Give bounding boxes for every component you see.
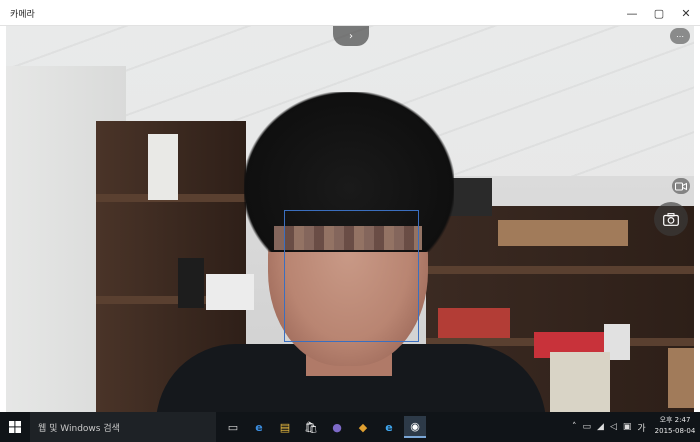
shelf-object [498, 220, 628, 246]
minimize-button[interactable]: — [618, 0, 646, 26]
shelf-plank [426, 266, 694, 274]
language-icon[interactable]: 가 [637, 421, 645, 434]
windows-logo-icon [9, 421, 21, 433]
more-options-button[interactable]: ⋯ [670, 28, 690, 44]
camera-app-icon: ◉ [410, 419, 420, 433]
face-detection-box [284, 210, 419, 342]
system-tray: ˄ ▭ ◢ ◁ ▣ 가 [572, 418, 646, 436]
taskbar-search-box[interactable]: 웹 및 Windows 검색 [30, 412, 216, 442]
close-button[interactable]: ✕ [672, 0, 700, 26]
chevron-up-icon[interactable]: ˄ [572, 422, 577, 432]
battery-icon[interactable]: ▭ [583, 422, 592, 432]
clock[interactable]: 오후 2:47 2015-08-04 [652, 415, 698, 437]
network-icon[interactable]: ◢ [597, 422, 604, 432]
camera-icon [663, 212, 679, 226]
camera-app-button[interactable]: ◉ [404, 416, 426, 438]
ie-icon: e [385, 420, 393, 434]
task-view-button[interactable]: ▭ [222, 416, 244, 438]
task-view-icon: ▭ [227, 420, 239, 434]
security-icon: ◆ [358, 420, 368, 434]
app-title: 카메라 [10, 10, 35, 20]
take-photo-button[interactable] [654, 202, 688, 236]
file-explorer-icon: ▤ [279, 420, 291, 434]
edge-button[interactable]: e [248, 416, 270, 438]
taskbar: 웹 및 Windows 검색 ▭ e ▤ 🛍 ● ◆ e ◉ ˄ ▭ ◢ ◁ ▣… [0, 412, 700, 442]
camera-preview: › ⋯ [6, 26, 694, 412]
maximize-button[interactable]: ▢ [645, 0, 673, 26]
title-bar: 카메라 — ▢ ✕ [0, 0, 700, 26]
edge-icon: e [255, 420, 263, 434]
media-button[interactable]: ● [326, 416, 348, 438]
media-icon: ● [332, 420, 342, 434]
notification-icon[interactable]: ▣ [623, 422, 632, 432]
search-placeholder: 웹 및 Windows 검색 [38, 423, 120, 434]
internet-explorer-button[interactable]: e [378, 416, 400, 438]
shelf-object [178, 258, 204, 308]
shelf-object [550, 352, 610, 412]
clock-date: 2015-08-04 [654, 427, 696, 435]
next-arrow-button[interactable]: › [333, 26, 369, 46]
store-icon: 🛍 [304, 420, 318, 434]
video-mode-button[interactable] [672, 178, 690, 194]
clock-time: 오후 2:47 [659, 416, 691, 424]
video-camera-icon [675, 182, 687, 190]
shelf-object [148, 134, 178, 200]
security-button[interactable]: ◆ [352, 416, 374, 438]
volume-icon[interactable]: ◁ [610, 422, 617, 432]
store-button[interactable]: 🛍 [300, 416, 322, 438]
shelf-object [438, 308, 510, 338]
shelf-object [206, 274, 254, 310]
file-explorer-button[interactable]: ▤ [274, 416, 296, 438]
start-button[interactable] [0, 412, 30, 442]
shelf-object [668, 348, 694, 408]
